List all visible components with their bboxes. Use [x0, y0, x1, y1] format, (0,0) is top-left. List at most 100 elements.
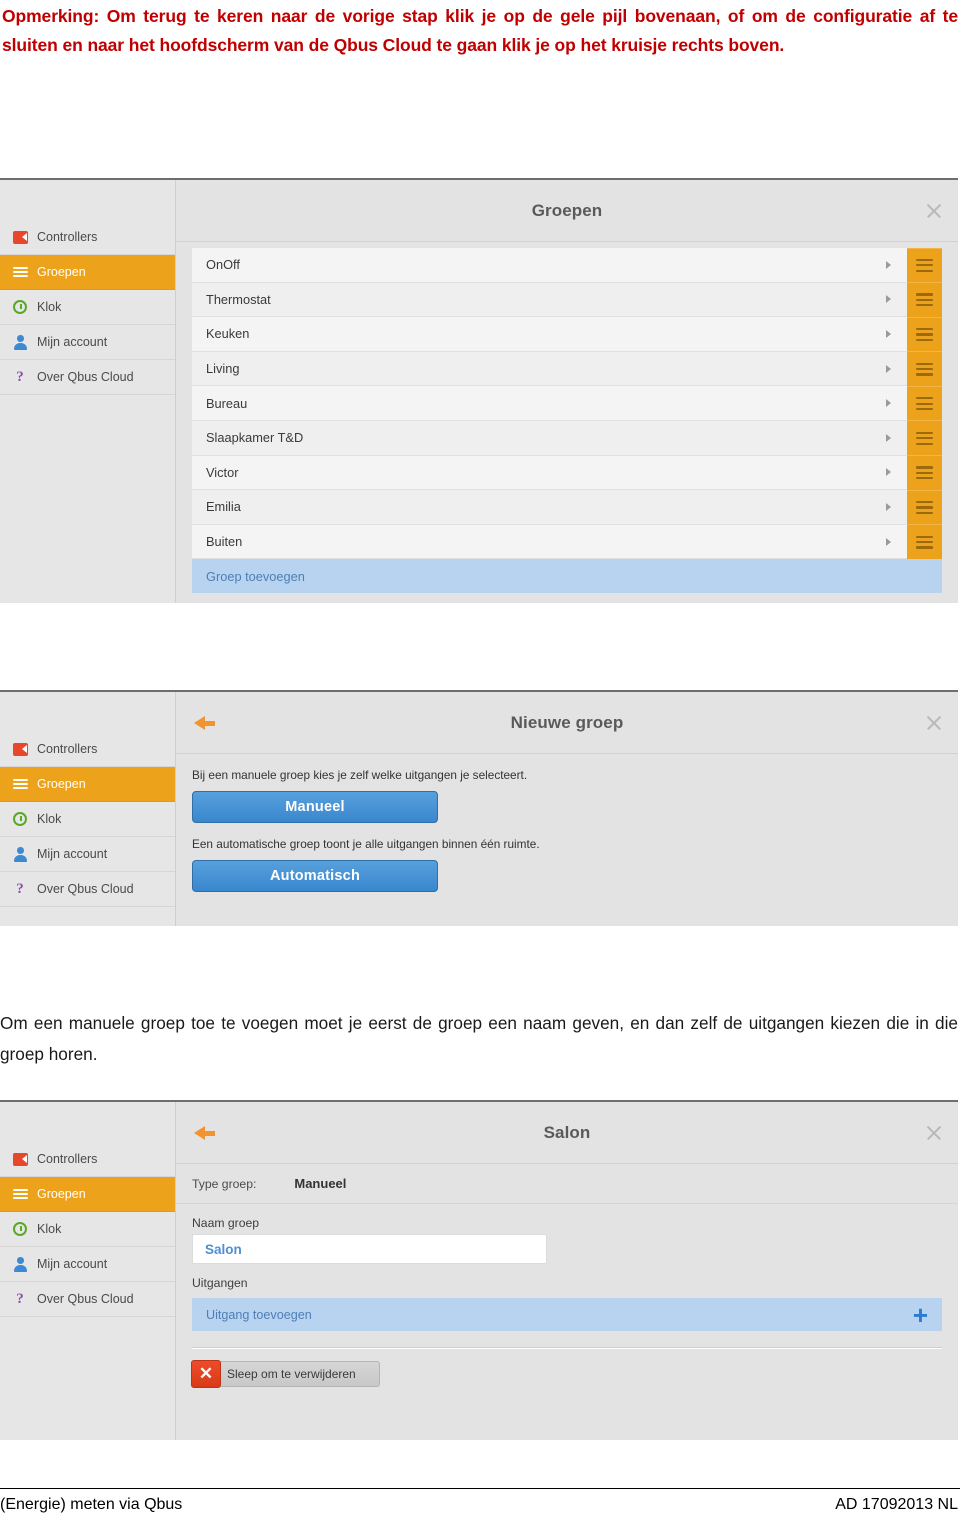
question-mark-icon: ?: [16, 881, 24, 897]
drag-handle-icon[interactable]: [907, 282, 942, 317]
chevron-right-icon: [886, 329, 891, 338]
chevron-right-icon: [886, 399, 891, 408]
drag-handle-icon[interactable]: [907, 385, 942, 421]
sidebar-item-controllers[interactable]: Controllers: [0, 732, 175, 767]
sidebar-3: Controllers Groepen Klok Mijn account ? …: [0, 1102, 176, 1440]
manueel-button[interactable]: Manueel: [192, 791, 438, 823]
sidebar-1: Controllers Groepen Klok Mijn account ? …: [0, 180, 176, 603]
table-row[interactable]: Bureau: [192, 385, 942, 421]
close-icon[interactable]: [924, 201, 944, 221]
sidebar-item-label: Groepen: [37, 1187, 86, 1201]
sidebar-item-groepen[interactable]: Groepen: [0, 1177, 175, 1212]
group-name-label: Naam groep: [192, 1216, 260, 1230]
auto-description: Een automatische groep toont je alle uit…: [192, 837, 540, 851]
sidebar-item-controllers[interactable]: Controllers: [0, 220, 175, 255]
drag-handle-icon[interactable]: [907, 351, 942, 386]
sidebar-item-label: Groepen: [37, 777, 86, 791]
panel-header-2: Nieuwe groep: [176, 692, 958, 754]
group-name: Emilia: [206, 499, 241, 515]
user-icon: [12, 334, 28, 350]
main-panel-3: Salon Type groep: Manueel Naam groep Sal…: [176, 1102, 958, 1440]
warning-note: Opmerking: Om terug te keren naar de vor…: [2, 6, 958, 55]
table-row[interactable]: Slaapkamer T&D: [192, 420, 942, 456]
group-type-label: Type groep:: [192, 1176, 257, 1191]
table-row[interactable]: OnOff: [192, 247, 942, 283]
sidebar-item-label: Groepen: [37, 265, 86, 279]
sidebar-item-mijn-account[interactable]: Mijn account: [0, 325, 175, 360]
chevron-right-icon: [886, 468, 891, 477]
back-arrow-icon[interactable]: [186, 712, 216, 734]
sidebar-item-label: Mijn account: [37, 847, 108, 861]
chevron-right-icon: [886, 502, 891, 511]
close-icon[interactable]: [924, 1123, 944, 1143]
group-name: Thermostat: [206, 291, 271, 307]
chevron-right-icon: [886, 433, 891, 442]
manual-description: Bij een manuele groep kies je zelf welke…: [192, 768, 528, 782]
group-name: Victor: [206, 464, 239, 480]
hamburger-icon: [12, 264, 28, 280]
chevron-right-icon: [886, 260, 891, 269]
footer-row: (Energie) meten via Qbus AD 17092013 NL: [0, 1496, 960, 1514]
table-row[interactable]: Victor: [192, 455, 942, 491]
back-arrow-icon[interactable]: [186, 1122, 216, 1144]
group-list: OnOff Thermostat Keuken Living Bureau Sl…: [176, 242, 958, 594]
sidebar-item-over-qbus-cloud[interactable]: ? Over Qbus Cloud: [0, 872, 175, 907]
table-row[interactable]: Emilia: [192, 489, 942, 525]
sidebar-item-label: Controllers: [37, 230, 98, 244]
sidebar-item-over-qbus-cloud[interactable]: ? Over Qbus Cloud: [0, 1282, 175, 1317]
drag-to-delete-button[interactable]: ✕ Sleep om te verwijderen: [191, 1360, 380, 1388]
group-type-value: Manueel: [294, 1176, 347, 1191]
sidebar-item-groepen[interactable]: Groepen: [0, 255, 175, 290]
group-name: Slaapkamer T&D: [206, 430, 304, 446]
table-row[interactable]: Keuken: [192, 316, 942, 352]
body-paragraph: Om een manuele groep toe te voegen moet …: [0, 1013, 958, 1064]
sidebar-item-label: Controllers: [37, 1152, 98, 1166]
drag-handle-icon[interactable]: [907, 524, 942, 559]
table-row[interactable]: Buiten: [192, 524, 942, 560]
sidebar-item-klok[interactable]: Klok: [0, 802, 175, 837]
sidebar-item-label: Controllers: [37, 742, 98, 756]
chevron-right-icon: [886, 537, 891, 546]
new-group-body: Bij een manuele groep kies je zelf welke…: [176, 754, 958, 892]
controller-icon: [12, 229, 28, 245]
sidebar-item-label: Over Qbus Cloud: [37, 882, 134, 896]
group-type-row: Type groep: Manueel: [176, 1164, 958, 1204]
clock-icon: [12, 299, 28, 315]
footer-right-text: AD 17092013 NL: [835, 1496, 958, 1513]
sidebar-item-over-qbus-cloud[interactable]: ? Over Qbus Cloud: [0, 360, 175, 395]
drag-handle-icon[interactable]: [907, 489, 942, 525]
panel-header-1: Groepen: [176, 180, 958, 242]
sidebar-item-groepen[interactable]: Groepen: [0, 767, 175, 802]
close-icon[interactable]: [924, 713, 944, 733]
question-mark-icon: ?: [16, 369, 24, 385]
close-icon: ✕: [191, 1360, 221, 1388]
group-name: Keuken: [206, 326, 250, 342]
drag-handle-icon[interactable]: [907, 316, 942, 352]
sidebar-item-label: Over Qbus Cloud: [37, 1292, 134, 1306]
sidebar-item-klok[interactable]: Klok: [0, 1212, 175, 1247]
chevron-right-icon: [886, 295, 891, 304]
hamburger-icon: [12, 776, 28, 792]
controller-icon: [12, 1151, 28, 1167]
group-name: Buiten: [206, 534, 243, 550]
sidebar-item-mijn-account[interactable]: Mijn account: [0, 837, 175, 872]
table-row[interactable]: Living: [192, 351, 942, 387]
drag-handle-icon[interactable]: [907, 247, 942, 283]
table-row[interactable]: Thermostat: [192, 282, 942, 318]
chevron-right-icon: [886, 364, 891, 373]
automatisch-button[interactable]: Automatisch: [192, 860, 438, 892]
drag-handle-icon[interactable]: [907, 455, 942, 490]
add-output-button[interactable]: Uitgang toevoegen +: [192, 1298, 942, 1331]
group-name-input[interactable]: Salon: [192, 1234, 547, 1264]
user-icon: [12, 846, 28, 862]
group-name: OnOff: [206, 257, 240, 273]
footer-left-text: (Energie) meten via Qbus: [0, 1496, 183, 1513]
drag-to-delete-label: Sleep om te verwijderen: [227, 1367, 356, 1381]
clock-icon: [12, 1221, 28, 1237]
plus-icon[interactable]: +: [913, 1302, 928, 1328]
sidebar-item-controllers[interactable]: Controllers: [0, 1142, 175, 1177]
add-group-button[interactable]: Groep toevoegen: [192, 559, 942, 594]
sidebar-item-mijn-account[interactable]: Mijn account: [0, 1247, 175, 1282]
drag-handle-icon[interactable]: [907, 420, 942, 456]
sidebar-item-klok[interactable]: Klok: [0, 290, 175, 325]
